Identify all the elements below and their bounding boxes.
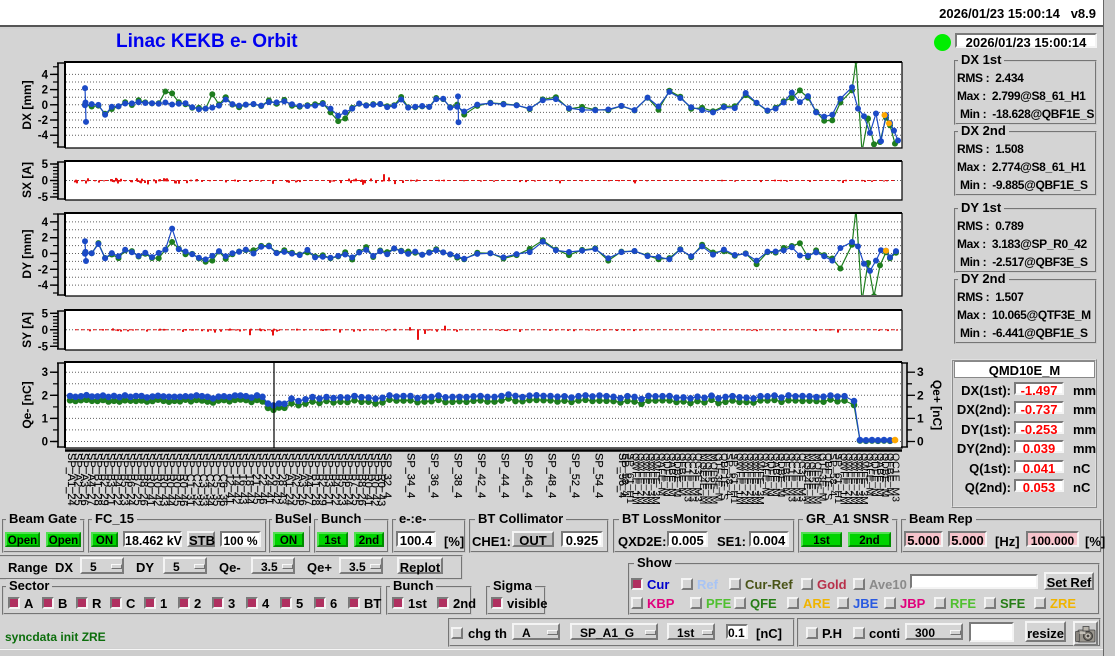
svg-text:SP_34_4: SP_34_4 [405,453,417,498]
svg-text:2: 2 [42,233,48,245]
svg-text:SP_44_4: SP_44_4 [499,453,511,498]
svg-text:SP_54_4: SP_54_4 [593,453,605,498]
svg-text:0: 0 [42,100,48,112]
svg-text:Qe- [nC]: Qe- [nC] [20,381,34,428]
svg-text:0: 0 [917,435,924,449]
svg-text:0: 0 [42,437,48,449]
svg-text:0: 0 [42,325,48,337]
svg-text:SP_36_4: SP_36_4 [428,453,440,498]
svg-text:DX [mm]: DX [mm] [20,80,34,129]
svg-text:Qe+ [nC]: Qe+ [nC] [930,380,944,430]
svg-text:-4: -4 [38,280,49,292]
svg-text:SP_46_4: SP_46_4 [522,453,534,498]
svg-text:SX [A]: SX [A] [20,162,34,198]
svg-text:4: 4 [42,217,49,229]
svg-text:-4: -4 [38,130,49,142]
svg-text:SY [A]: SY [A] [20,312,34,348]
svg-text:0: 0 [42,176,48,188]
svg-text:QC1E_M3: QC1E_M3 [889,453,901,502]
svg-text:2: 2 [42,390,48,402]
svg-text:-2: -2 [38,115,48,127]
svg-text:0: 0 [42,249,48,261]
svg-text:-5: -5 [38,192,49,204]
svg-text:-5: -5 [38,341,49,353]
svg-text:SP_48_4: SP_48_4 [546,453,558,498]
svg-text:SP_42_4: SP_42_4 [475,453,487,498]
svg-text:2: 2 [42,85,48,97]
svg-text:SP_52_4: SP_52_4 [569,453,581,498]
svg-text:5: 5 [42,308,49,320]
svg-text:DY [mm]: DY [mm] [20,229,34,278]
svg-text:SP_38_4: SP_38_4 [452,453,464,498]
svg-text:5: 5 [42,159,49,171]
svg-text:-2: -2 [38,264,48,276]
svg-text:1: 1 [42,413,49,425]
svg-text:SP_32_4: SP_32_4 [381,453,393,498]
svg-text:3: 3 [42,367,48,379]
svg-text:2: 2 [917,388,924,402]
svg-text:4: 4 [42,69,49,81]
svg-text:3: 3 [917,365,924,379]
svg-text:1: 1 [917,411,924,425]
